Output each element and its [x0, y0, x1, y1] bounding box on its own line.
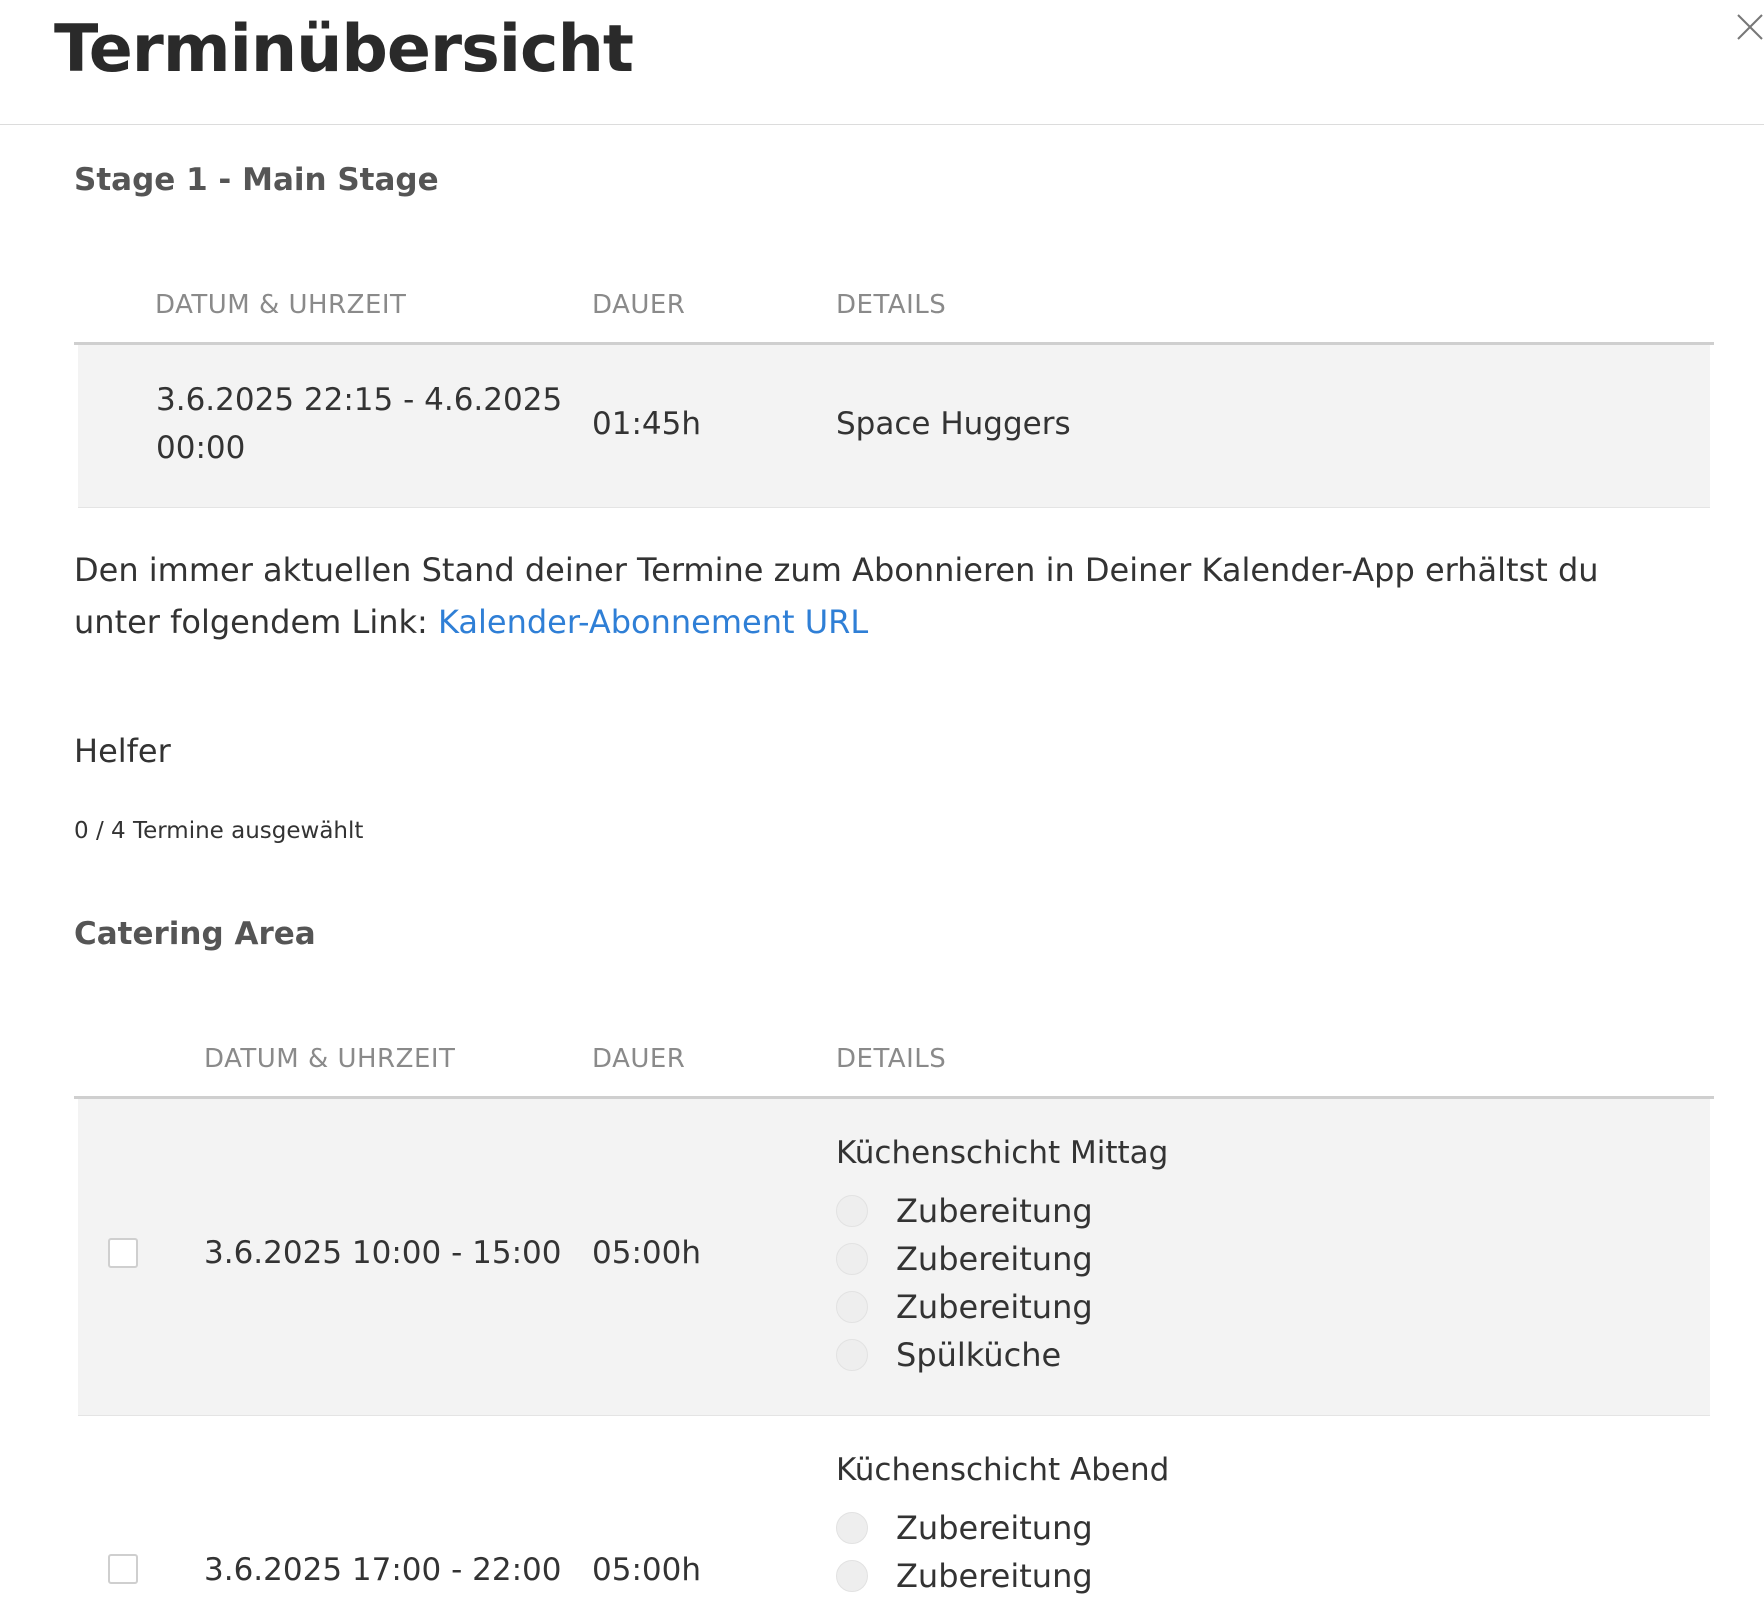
shift-date: 3.6.2025 10:00 - 15:00 [204, 1235, 562, 1271]
role-option[interactable]: Zubereitung [836, 1187, 1093, 1235]
role-option[interactable]: Zubereitung [836, 1552, 1093, 1600]
role-radio[interactable] [836, 1243, 868, 1275]
appointment-duration: 01:45h [592, 406, 701, 442]
role-radio[interactable] [836, 1291, 868, 1323]
role-radio[interactable] [836, 1339, 868, 1371]
column-header-date: DATUM & UHRZEIT [155, 290, 407, 320]
column-header-details: DETAILS [836, 290, 947, 320]
page-title: Terminübersicht [54, 12, 634, 87]
role-option[interactable]: Zubereitung [836, 1504, 1093, 1552]
role-option[interactable]: Spülküche [836, 1331, 1061, 1379]
shift-date: 3.6.2025 17:00 - 22:00 [204, 1552, 562, 1588]
selected-count: 0 / 4 Termine ausgewählt [74, 818, 364, 844]
section-title-stage: Stage 1 - Main Stage [74, 162, 439, 198]
column-header-details: DETAILS [836, 1044, 947, 1074]
role-option[interactable]: Zubereitung [836, 1235, 1093, 1283]
role-label: Zubereitung [896, 1557, 1093, 1595]
close-icon[interactable] [1735, 12, 1764, 42]
shift-select-checkbox[interactable] [108, 1238, 138, 1268]
table-row: 3.6.2025 22:15 - 4.6.2025 00:00 01:45h S… [78, 345, 1710, 508]
helpers-title: Helfer [74, 732, 171, 770]
shift-title: Küchenschicht Abend [836, 1452, 1170, 1488]
appointment-date-line1: 3.6.2025 22:15 - 4.6.2025 [156, 382, 563, 418]
role-label: Spülküche [896, 1336, 1062, 1374]
close-button[interactable] [1735, 12, 1764, 42]
table-row: 3.6.2025 17:00 - 22:00 05:00h Küchenschi… [78, 1416, 1710, 1595]
section-title-catering: Catering Area [74, 916, 316, 952]
column-header-duration: DAUER [592, 290, 686, 320]
role-label: Zubereitung [896, 1192, 1093, 1230]
shift-duration: 05:00h [592, 1235, 701, 1271]
role-label: Zubereitung [896, 1240, 1093, 1278]
calendar-info-text: Den immer aktuellen Stand deiner Termine… [74, 544, 1694, 648]
role-radio[interactable] [836, 1512, 868, 1544]
role-label: Zubereitung [896, 1288, 1093, 1326]
shift-duration: 05:00h [592, 1552, 701, 1588]
column-header-duration: DAUER [592, 1044, 686, 1074]
appointment-details: Space Huggers [836, 406, 1071, 442]
shift-select-checkbox[interactable] [108, 1554, 138, 1584]
table-row: 3.6.2025 10:00 - 15:00 05:00h Küchenschi… [78, 1099, 1710, 1416]
column-header-date: DATUM & UHRZEIT [204, 1044, 456, 1074]
role-radio[interactable] [836, 1560, 868, 1592]
role-radio[interactable] [836, 1195, 868, 1227]
calendar-subscription-link[interactable]: Kalender-Abonnement URL [438, 603, 868, 641]
shift-title: Küchenschicht Mittag [836, 1135, 1169, 1171]
role-option[interactable]: Zubereitung [836, 1283, 1093, 1331]
role-label: Zubereitung [896, 1509, 1093, 1547]
appointment-date-line2: 00:00 [156, 430, 246, 466]
modal-header: Terminübersicht [0, 0, 1764, 125]
